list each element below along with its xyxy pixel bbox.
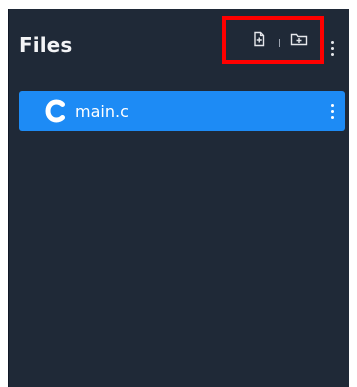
panel-title: Files: [19, 33, 73, 57]
file-actions-toolbar: [222, 16, 324, 64]
toolbar-separator: [279, 39, 280, 47]
file-plus-icon: [251, 31, 267, 51]
file-row-menu-button[interactable]: [327, 99, 337, 123]
new-folder-button[interactable]: [288, 30, 310, 52]
new-file-button[interactable]: [248, 30, 270, 52]
folder-plus-icon: [290, 31, 308, 51]
file-row-main-c[interactable]: main.c: [19, 91, 345, 131]
panel-more-button[interactable]: [327, 35, 337, 61]
files-panel: Files main.c: [8, 9, 349, 387]
kebab-menu-icon: [330, 103, 334, 119]
kebab-menu-icon: [330, 40, 334, 56]
c-language-icon: [39, 91, 73, 131]
file-name: main.c: [75, 101, 129, 121]
